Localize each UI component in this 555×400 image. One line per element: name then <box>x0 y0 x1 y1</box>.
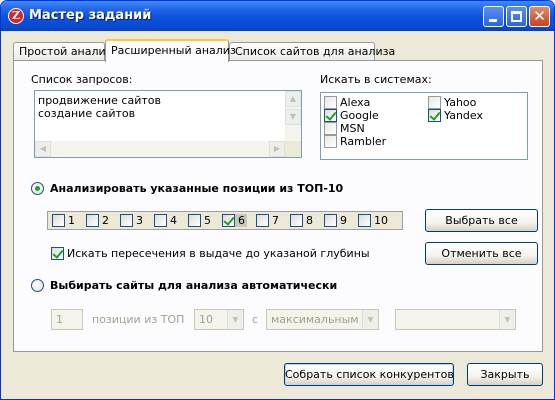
intersect-checkbox[interactable] <box>51 247 64 260</box>
top-depth-value: 10 <box>199 313 213 326</box>
maximize-icon <box>511 11 522 22</box>
position-4[interactable]: 4 <box>154 214 177 227</box>
position-7-checkbox[interactable] <box>256 214 269 227</box>
app-logo-icon: Z <box>8 8 24 24</box>
engine-yandex-label: Yandex <box>444 109 483 122</box>
extra-select[interactable]: ▼ <box>395 309 516 330</box>
horizontal-scrollbar[interactable]: ◀ ▶ <box>35 141 285 157</box>
position-5-checkbox[interactable] <box>188 214 201 227</box>
extended-analysis-panel: Список запросов: продвижение сайтов созд… <box>13 60 543 352</box>
query-item: продвижение сайтов <box>38 94 161 107</box>
position-1-label: 1 <box>68 214 75 227</box>
level-value: максимальным <box>271 313 359 326</box>
position-7-label: 7 <box>272 214 279 227</box>
chevron-down-icon: ▼ <box>362 310 378 329</box>
engine-yahoo-checkbox[interactable] <box>428 96 441 109</box>
mode-positions-label[interactable]: Анализировать указанные позиции из ТОП-1… <box>50 182 343 195</box>
auto-positions-label: позиции из ТОП <box>92 313 185 326</box>
engine-yahoo[interactable]: Yahoo <box>428 96 476 109</box>
queries-list: продвижение сайтов создание сайтов <box>38 94 161 120</box>
query-item: создание сайтов <box>38 107 136 120</box>
position-9-label: 9 <box>340 214 347 227</box>
scroll-left-arrow-icon[interactable]: ◀ <box>35 141 51 157</box>
engine-yahoo-label: Yahoo <box>444 96 477 109</box>
position-6[interactable]: 6 <box>222 214 247 227</box>
position-3-checkbox[interactable] <box>120 214 133 227</box>
position-10-checkbox[interactable] <box>358 214 371 227</box>
select-all-button[interactable]: Выбрать все <box>425 209 538 232</box>
engine-rambler-label: Rambler <box>340 135 387 148</box>
position-6-label: 6 <box>238 214 245 227</box>
position-2-checkbox[interactable] <box>86 214 99 227</box>
position-9-checkbox[interactable] <box>324 214 337 227</box>
wizard-window: Z Мастер заданий ✕ Простой анализ Расшир… <box>0 0 555 400</box>
engine-alexa[interactable]: Alexa <box>324 96 370 109</box>
intersect-label: Искать пересечения в выдаче до указаной … <box>67 247 370 260</box>
engines-label: Искать в системах: <box>320 73 432 86</box>
queries-textarea[interactable]: продвижение сайтов создание сайтов ▲ ▼ ◀… <box>34 90 302 158</box>
engine-rambler-checkbox[interactable] <box>324 135 337 148</box>
collect-competitors-button[interactable]: Собрать список конкурентов <box>284 363 454 386</box>
auto-count-input[interactable]: 1 <box>51 309 83 330</box>
vertical-scrollbar[interactable]: ▲ ▼ <box>285 91 301 142</box>
engine-yandex[interactable]: Yandex <box>428 109 483 122</box>
engine-alexa-checkbox[interactable] <box>324 96 337 109</box>
mode-positions-radio[interactable] <box>31 182 44 195</box>
position-1-checkbox[interactable] <box>52 214 65 227</box>
engine-msn[interactable]: MSN <box>324 122 365 135</box>
close-button[interactable]: Закрыть <box>467 363 543 386</box>
position-10[interactable]: 10 <box>358 214 388 227</box>
positions-strip: 1 2 3 4 5 6 7 8 9 10 <box>47 211 403 230</box>
position-2-label: 2 <box>102 214 109 227</box>
position-5-label: 5 <box>204 214 211 227</box>
engine-google-label: Google <box>340 109 379 122</box>
position-4-checkbox[interactable] <box>154 214 167 227</box>
engine-msn-checkbox[interactable] <box>324 122 337 135</box>
position-3-label: 3 <box>136 214 143 227</box>
close-window-button[interactable]: ✕ <box>529 6 550 27</box>
engine-yandex-checkbox[interactable] <box>428 109 441 122</box>
chevron-down-icon: ▼ <box>227 310 243 329</box>
position-8[interactable]: 8 <box>290 214 313 227</box>
cancel-all-button[interactable]: Отменить все <box>425 242 538 265</box>
position-4-label: 4 <box>170 214 177 227</box>
auto-with-label: с <box>252 313 259 326</box>
position-10-label: 10 <box>374 214 388 227</box>
engine-google-checkbox[interactable] <box>324 109 337 122</box>
minimize-icon <box>489 19 497 22</box>
mode-auto-label[interactable]: Выбирать сайты для анализа автоматически <box>50 279 337 292</box>
position-9[interactable]: 9 <box>324 214 347 227</box>
position-3[interactable]: 3 <box>120 214 143 227</box>
position-1[interactable]: 1 <box>52 214 75 227</box>
top-depth-select[interactable]: 10 ▼ <box>194 309 244 330</box>
position-6-checkbox[interactable] <box>222 214 235 227</box>
engine-alexa-label: Alexa <box>340 96 371 109</box>
tab-extended-analysis[interactable]: Расширенный анализ <box>105 39 236 62</box>
position-8-checkbox[interactable] <box>290 214 303 227</box>
intersect-option[interactable]: Искать пересечения в выдаче до указаной … <box>51 247 370 260</box>
tab-site-list[interactable]: Список сайтов для анализа <box>229 42 395 61</box>
scroll-up-arrow-icon[interactable]: ▲ <box>285 91 301 107</box>
title-bar[interactable]: Z Мастер заданий ✕ <box>1 1 554 31</box>
position-2[interactable]: 2 <box>86 214 109 227</box>
engine-rambler[interactable]: Rambler <box>324 135 386 148</box>
mode-auto-radio[interactable] <box>31 279 44 292</box>
maximize-button[interactable] <box>506 6 527 27</box>
chevron-down-icon: ▼ <box>499 310 515 329</box>
scroll-corner <box>285 141 301 157</box>
position-8-label: 8 <box>306 214 313 227</box>
position-5[interactable]: 5 <box>188 214 211 227</box>
close-icon: ✕ <box>533 7 546 25</box>
engines-list: Alexa Google MSN Rambler Yahoo Yandex <box>320 92 528 160</box>
engine-google[interactable]: Google <box>324 109 379 122</box>
tab-simple-analysis[interactable]: Простой анализ <box>13 42 112 61</box>
level-select[interactable]: максимальным ▼ <box>266 309 379 330</box>
position-7[interactable]: 7 <box>256 214 279 227</box>
scroll-down-arrow-icon[interactable]: ▼ <box>285 109 301 125</box>
minimize-button[interactable] <box>483 6 504 27</box>
window-title: Мастер заданий <box>29 8 152 23</box>
queries-label: Список запросов: <box>31 73 133 86</box>
engine-msn-label: MSN <box>340 122 365 135</box>
scroll-right-arrow-icon[interactable]: ▶ <box>269 141 285 157</box>
